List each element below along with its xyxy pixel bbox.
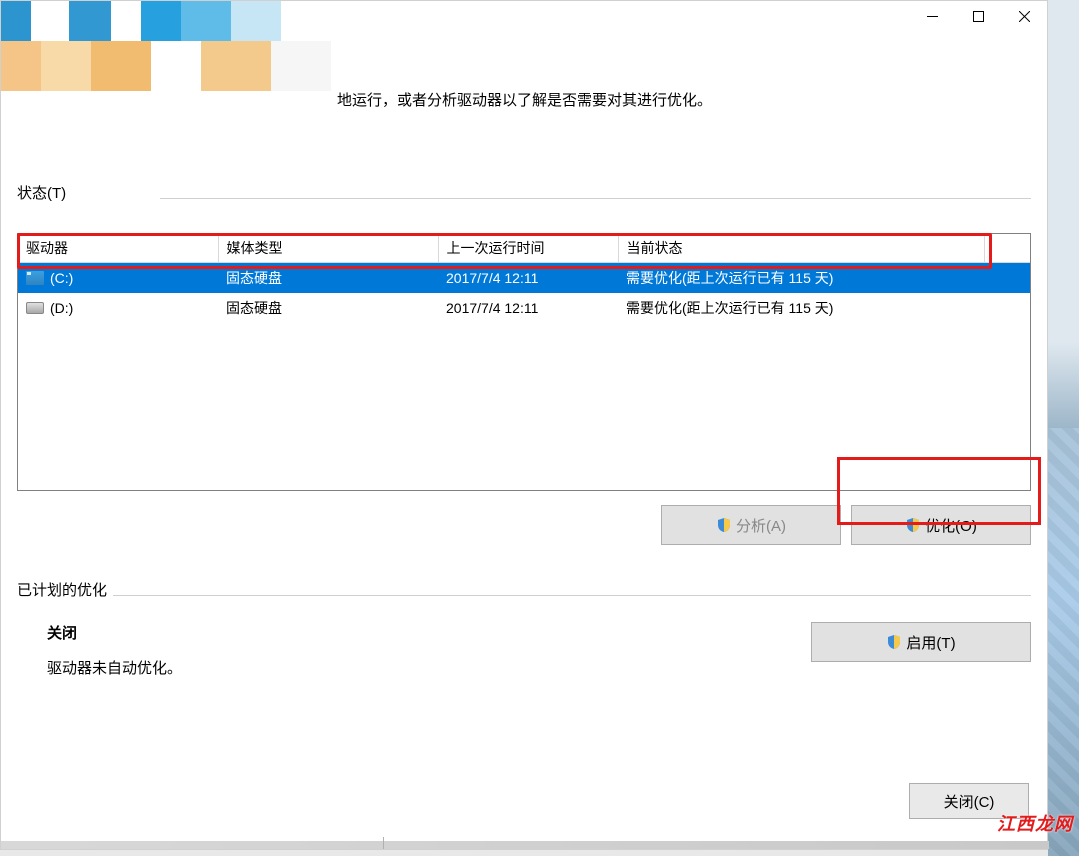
minimize-button[interactable]: [909, 1, 955, 31]
drive-name: (C:): [50, 270, 73, 286]
shield-icon: [716, 517, 732, 533]
scheduled-section-header: 已计划的优化: [17, 579, 1031, 600]
column-last-run[interactable]: 上一次运行时间: [438, 234, 618, 263]
analyze-label: 分析(A): [736, 515, 786, 536]
shield-icon: [886, 634, 902, 650]
scheduled-note: 驱动器未自动优化。: [47, 657, 182, 678]
drive-name: (D:): [50, 300, 73, 316]
drives-table[interactable]: 驱动器 媒体类型 上一次运行时间 当前状态 (C:): [17, 233, 1031, 491]
analyze-button[interactable]: 分析(A): [661, 505, 841, 545]
optimize-drives-window: 地运行，或者分析驱动器以了解是否需要对其进行优化。 状态(T) 驱动器 媒体类型…: [0, 0, 1048, 850]
status-section-header: 状态(T): [17, 182, 1031, 203]
drive-media: 固态硬盘: [218, 263, 438, 293]
drive-last-run: 2017/7/4 12:11: [438, 293, 618, 323]
drive-last-run: 2017/7/4 12:11: [438, 263, 618, 293]
close-label: 关闭(C): [944, 791, 995, 812]
censored-region-top: [1, 1, 281, 41]
divider-line: [160, 198, 1031, 199]
scheduled-label: 已计划的优化: [17, 579, 107, 600]
hard-drive-icon: [26, 302, 44, 314]
scheduled-state: 关闭: [47, 622, 182, 643]
optimize-label: 优化(O): [925, 515, 977, 536]
drive-media: 固态硬盘: [218, 293, 438, 323]
taskbar-fragment: [1, 841, 1049, 849]
column-status[interactable]: 当前状态: [618, 234, 984, 263]
system-drive-icon: [26, 271, 44, 285]
maximize-button[interactable]: [955, 1, 1001, 31]
column-media[interactable]: 媒体类型: [218, 234, 438, 263]
column-drive[interactable]: 驱动器: [18, 234, 218, 263]
desktop-background-strip: [1048, 0, 1079, 856]
taskbar-separator: [383, 837, 384, 849]
censored-region-icon: [1, 41, 331, 91]
table-row[interactable]: (C:) 固态硬盘 2017/7/4 12:11 需要优化(距上次运行已有 11…: [18, 263, 1030, 293]
divider-line: [113, 595, 1031, 596]
enable-schedule-button[interactable]: 启用(T): [811, 622, 1031, 662]
shield-icon: [905, 517, 921, 533]
table-header-row: 驱动器 媒体类型 上一次运行时间 当前状态: [18, 234, 1030, 263]
enable-label: 启用(T): [906, 632, 955, 653]
close-window-button[interactable]: [1001, 1, 1047, 31]
scheduled-status-block: 关闭 驱动器未自动优化。: [17, 622, 182, 678]
table-row[interactable]: (D:) 固态硬盘 2017/7/4 12:11 需要优化(距上次运行已有 11…: [18, 293, 1030, 323]
optimize-button[interactable]: 优化(O): [851, 505, 1031, 545]
description-text: 地运行，或者分析驱动器以了解是否需要对其进行优化。: [337, 89, 1031, 110]
drive-status: 需要优化(距上次运行已有 115 天): [618, 263, 1030, 293]
watermark-text: 江西龙网: [997, 810, 1073, 836]
drive-status: 需要优化(距上次运行已有 115 天): [618, 293, 1030, 323]
action-button-row: 分析(A) 优化(O): [17, 505, 1031, 545]
status-label: 状态(T): [17, 182, 66, 203]
column-spacer: [984, 234, 1030, 263]
